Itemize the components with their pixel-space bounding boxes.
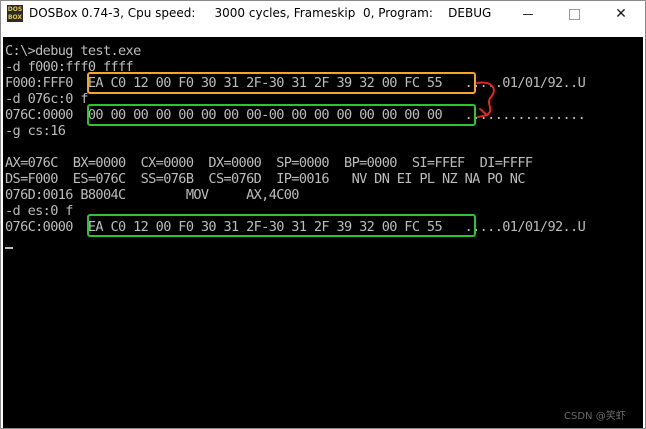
terminal-line-dump-cmd-3: -d es:0 f	[5, 203, 73, 219]
close-icon: ✕	[615, 6, 627, 22]
terminal-screen[interactable]: C:\>debug test.exe -d f000:fff0 ffff F00…	[3, 37, 643, 428]
window-title: DOSBox 0.74-3, Cpu speed: 3000 cycles, F…	[29, 6, 492, 20]
maximize-button[interactable]	[551, 1, 597, 27]
csdn-watermark: CSDN @笑虾	[564, 411, 626, 422]
text-cursor	[5, 247, 13, 249]
maximize-icon	[568, 8, 580, 20]
terminal-line-registers-1: AX=076C BX=0000 CX=0000 DX=0000 SP=0000 …	[5, 155, 533, 171]
terminal-line-registers-2: DS=F000 ES=076C SS=076B CS=076D IP=0016 …	[5, 171, 526, 187]
red-arrow-annotation	[476, 81, 495, 118]
minimize-button[interactable]	[505, 1, 551, 27]
terminal-line-go-cmd: -g cs:16	[5, 123, 66, 139]
terminal-line-dump-cmd-2: -d 076c:0 f	[5, 91, 89, 107]
dosbox-app-icon[interactable]: DOS BOX	[7, 5, 23, 22]
terminal-line-disasm: 076D:0016 B8004C MOV AX,4C00	[5, 187, 299, 203]
highlight-box-green-1	[87, 104, 476, 126]
minimize-icon	[523, 13, 533, 15]
close-button[interactable]: ✕	[598, 1, 644, 27]
highlight-box-green-2	[87, 214, 476, 237]
dosbox-window: DOS BOX DOSBox 0.74-3, Cpu speed: 3000 c…	[0, 0, 646, 429]
terminal-line-command: C:\>debug test.exe	[5, 43, 141, 59]
highlight-box-orange	[87, 72, 476, 94]
title-bar[interactable]: DOS BOX DOSBox 0.74-3, Cpu speed: 3000 c…	[1, 1, 645, 27]
